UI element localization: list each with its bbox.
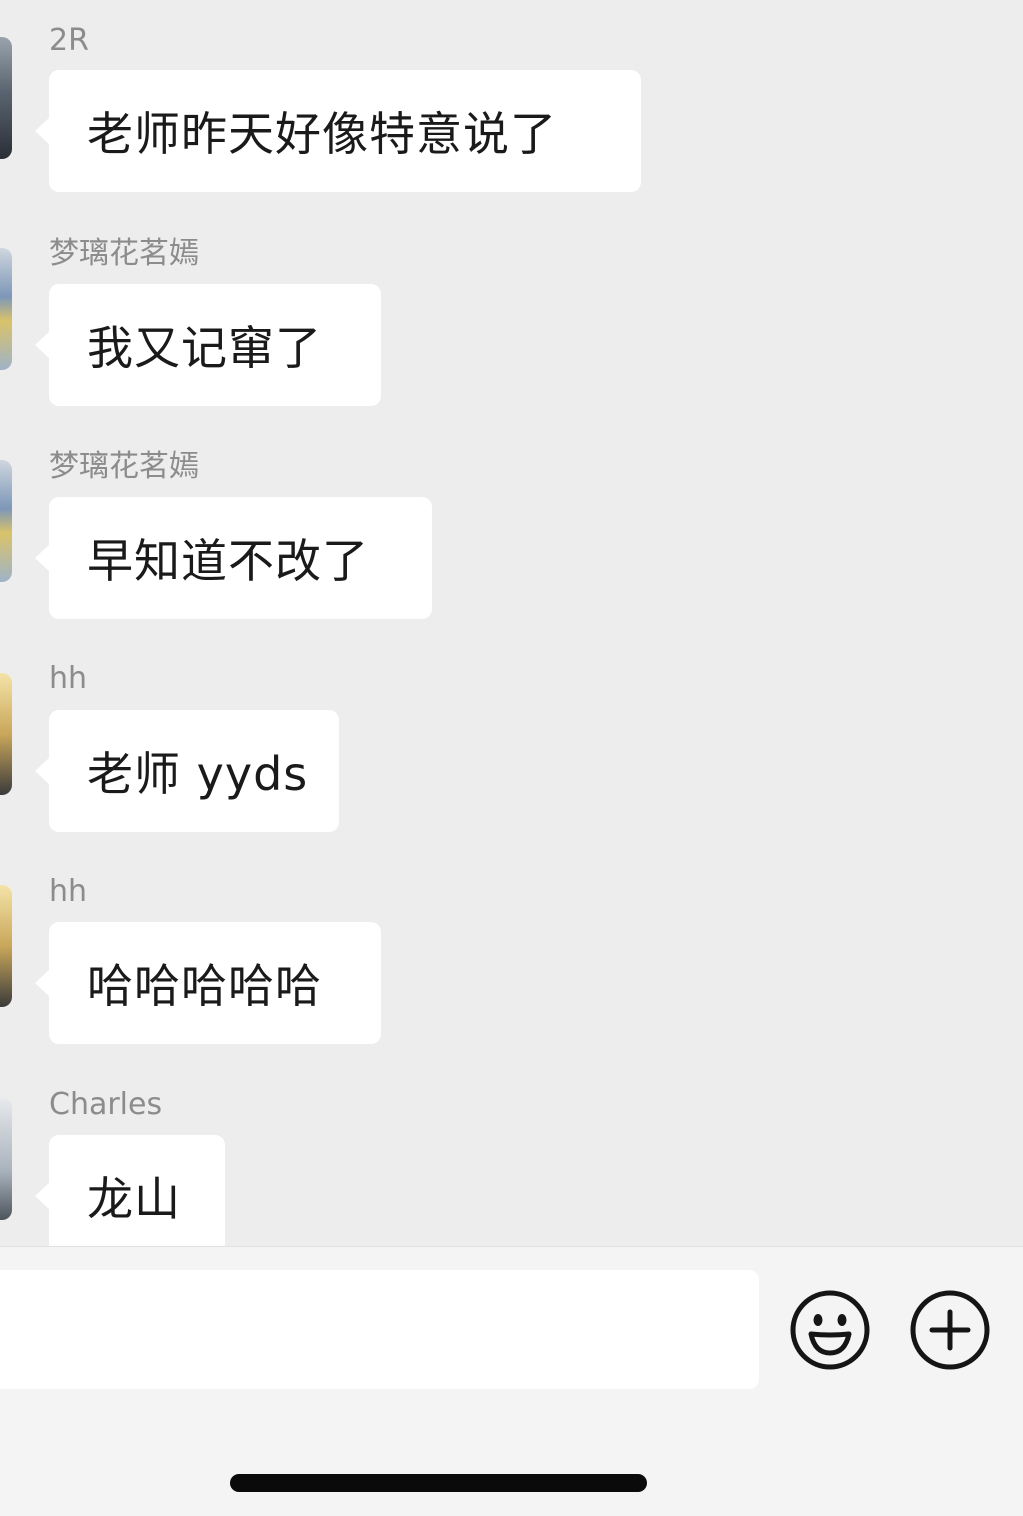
sender-name: 2R [49, 23, 89, 58]
smiley-face-icon [790, 1290, 870, 1370]
sender-name: hh [49, 661, 88, 696]
chat-message-list[interactable]: 2R 老师昨天好像特意说了 梦璃花茗嫣 我又记窜了 梦璃花茗嫣 早知道不改了 h… [0, 0, 1023, 1246]
message-bubble[interactable]: 早知道不改了 [35, 497, 432, 619]
message-bubble[interactable]: 我又记窜了 [35, 284, 381, 406]
sender-name: 梦璃花茗嫣 [49, 236, 199, 271]
more-options-button[interactable] [909, 1289, 991, 1371]
message-bubble[interactable]: 哈哈哈哈哈 [35, 922, 381, 1044]
avatar[interactable] [0, 248, 12, 370]
message-bubble[interactable]: 龙山 [35, 1135, 225, 1246]
message-input[interactable] [0, 1270, 759, 1389]
plus-circle-icon [910, 1290, 990, 1370]
home-indicator[interactable] [230, 1474, 647, 1492]
avatar[interactable] [0, 885, 12, 1007]
avatar[interactable] [0, 673, 12, 795]
message-bubble[interactable]: 老师 yyds [35, 710, 339, 832]
message-bubble[interactable]: 老师昨天好像特意说了 [35, 70, 641, 192]
emoji-button[interactable] [789, 1289, 871, 1371]
sender-name: 梦璃花茗嫣 [49, 449, 199, 484]
avatar[interactable] [0, 37, 12, 159]
avatar[interactable] [0, 460, 12, 582]
sender-name: hh [49, 874, 88, 909]
sender-name: Charles [49, 1087, 163, 1122]
avatar[interactable] [0, 1098, 12, 1220]
